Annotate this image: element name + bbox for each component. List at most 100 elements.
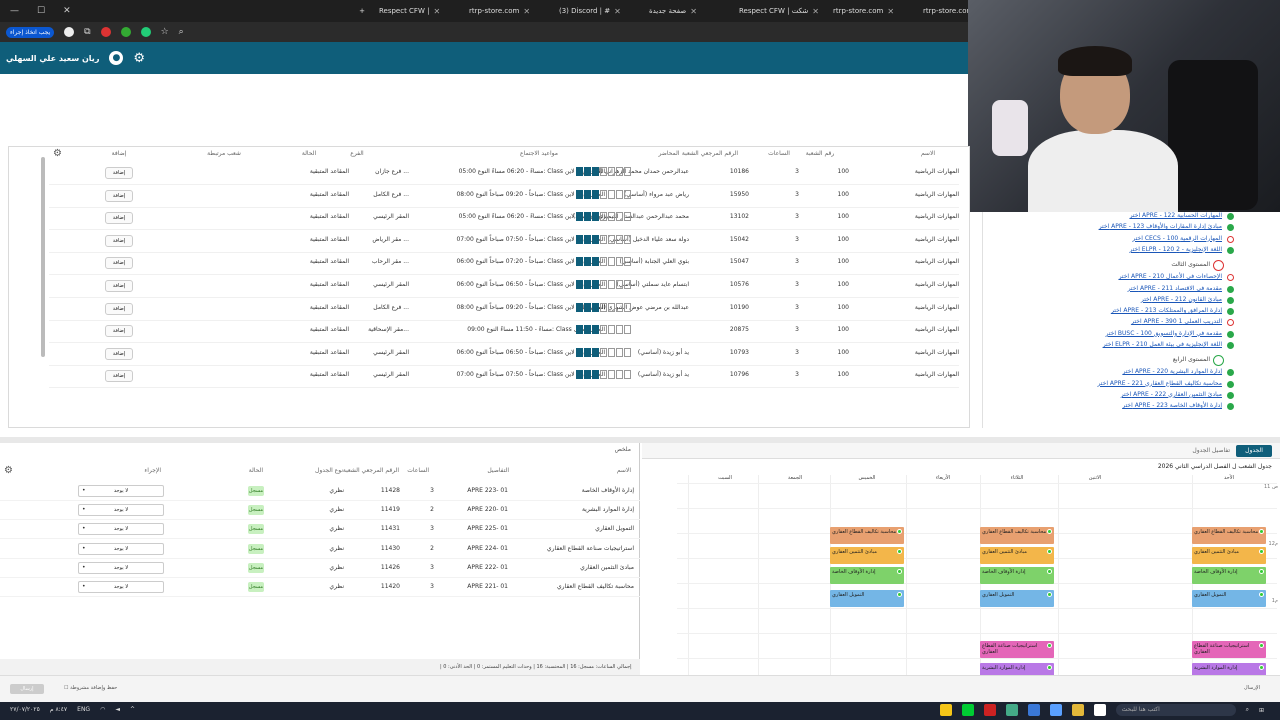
close-icon[interactable]: ✕ — [63, 6, 71, 16]
add-section-button[interactable]: إضافة — [105, 234, 133, 247]
summary-settings-icon[interactable]: ⚙ — [4, 465, 13, 476]
search-icon[interactable]: ⌕ — [179, 27, 184, 37]
browser-tab[interactable]: rtrp-store.com✕ — [827, 2, 915, 20]
plan-course-link[interactable]: اختر CECS - 100 المهارات الرقمية — [1132, 235, 1222, 242]
search-icon[interactable]: ⌕ — [1246, 706, 1249, 714]
action-select[interactable]: لا يوجد — [78, 542, 164, 555]
add-section-button[interactable]: إضافة — [105, 167, 133, 179]
browser-tab[interactable]: Respect CFW | ✕ — [373, 2, 461, 20]
schedule-block[interactable]: إدارة الأوقاف الخاصة — [830, 567, 904, 584]
remove-dot-icon[interactable]: • — [82, 545, 86, 552]
plan-course-link[interactable]: اختر ELPR - 210 اللغة الإنجليزية في بيئة… — [1103, 341, 1222, 348]
schedule-block[interactable]: محاسبة تكاليف القطاع العقاري — [1192, 527, 1266, 544]
extension-green-icon[interactable] — [120, 27, 131, 37]
plan-course-link[interactable]: اختر BUSC - 100 مقدمة في الإدارة والتسوي… — [1106, 330, 1222, 337]
schedule-block[interactable]: مبادئ التثمين العقاري — [980, 547, 1054, 564]
schedule-block[interactable]: إدارة الأوقاف الخاصة — [980, 567, 1054, 584]
new-tab-icon[interactable]: + — [353, 2, 371, 20]
action-select[interactable]: لا يوجد — [78, 581, 164, 593]
tray-chevron-icon[interactable]: ^ — [130, 706, 135, 713]
add-section-button[interactable]: إضافة — [105, 325, 133, 338]
schedule-block[interactable]: استراتيجيات صناعة القطاع العقاري — [1192, 641, 1266, 658]
action-select[interactable]: لا يوجد — [78, 523, 164, 536]
tab-schedule-details[interactable]: تفاصيل الجدول — [1192, 447, 1230, 454]
add-section-button[interactable]: إضافة — [105, 347, 133, 360]
schedule-block[interactable]: إدارة الأوقاف الخاصة — [1192, 567, 1266, 584]
volume-icon[interactable]: ◄ — [115, 706, 120, 713]
app-icon-3[interactable] — [983, 704, 996, 716]
app-icon-2[interactable] — [961, 704, 974, 716]
schedule-block[interactable]: التمويل العقاري — [1192, 590, 1266, 607]
action-select[interactable]: لا يوجد — [78, 504, 164, 517]
plan-course-link[interactable]: اختر APRE - 212 مبادئ القانون — [1141, 296, 1222, 303]
bookmark-star-icon[interactable]: ☆ — [161, 27, 169, 37]
send-link[interactable]: الإرسال — [1244, 685, 1260, 691]
plan-course-link[interactable]: اختر APRE - 210 الإحصاءات في الأعمال — [1119, 273, 1222, 280]
gear-icon[interactable]: ⚙ — [133, 51, 145, 66]
tab-close-icon[interactable]: ✕ — [433, 7, 440, 16]
schedule-block[interactable]: التمويل العقاري — [980, 590, 1054, 607]
conditional-add-checkbox[interactable]: ☐ حفظ وإضافة مشروطة — [64, 685, 117, 691]
schedule-block[interactable]: مبادئ التثمين العقاري — [830, 547, 904, 564]
schedule-block[interactable]: مبادئ التثمين العقاري — [1192, 547, 1266, 564]
add-section-button[interactable]: إضافة — [105, 257, 133, 270]
plan-course-link[interactable]: اختر APRE - 223 إدارة الأوقاف الخاصة — [1122, 402, 1222, 409]
add-section-button[interactable]: إضافة — [105, 302, 133, 315]
vertical-scrollbar[interactable] — [41, 157, 45, 357]
remove-dot-icon[interactable]: • — [82, 506, 86, 513]
browser-tab[interactable]: rtrp-store.com✕ — [463, 2, 551, 20]
file-explorer-icon[interactable] — [1071, 704, 1084, 716]
plan-course-link[interactable]: اختر APRE - 221 محاسبة تكاليف القطاع الع… — [1098, 380, 1223, 387]
add-section-button[interactable]: إضافة — [105, 280, 133, 292]
plan-course-link[interactable]: اختر APRE - 222 مبادئ التثمين العقاري — [1121, 391, 1222, 398]
tab-close-icon[interactable]: ✕ — [812, 7, 819, 16]
add-section-button[interactable]: إضافة — [105, 370, 133, 383]
plan-course-link[interactable]: اختر ELPR - 120 اللغة الإنجليزية - 2 — [1129, 246, 1222, 253]
add-section-button[interactable]: إضافة — [105, 189, 133, 202]
tab-close-icon[interactable]: ✕ — [614, 7, 621, 16]
schedule-block[interactable]: محاسبة تكاليف القطاع العقاري — [980, 527, 1054, 544]
clock-date[interactable]: ٢٧/٠٧/٢٠٢٥ — [10, 706, 40, 713]
clock-time[interactable]: ٨:٤٧ م — [50, 706, 67, 713]
minimize-icon[interactable]: — — [10, 6, 19, 16]
plan-course-link[interactable]: اختر APRE - 220 إدارة الموارد البشرية — [1123, 368, 1222, 375]
remove-dot-icon[interactable]: • — [82, 564, 86, 571]
user-avatar-icon[interactable]: ● — [109, 51, 124, 65]
schedule-block[interactable]: استراتيجيات صناعة القطاع العقاري — [980, 641, 1054, 658]
taskbar-search-input[interactable]: اكتب هنا للبحث — [1115, 704, 1236, 716]
plan-course-link[interactable]: اختر APRE - 390 التدريب العملي 1 — [1131, 318, 1222, 325]
browser-tab[interactable]: (3) Discord | # ✕ — [553, 2, 641, 20]
app-icon-1[interactable] — [939, 704, 952, 716]
language-indicator[interactable]: ENG — [77, 706, 90, 713]
table-settings-icon[interactable]: ⚙ — [53, 148, 62, 159]
task-view-icon[interactable] — [1093, 704, 1106, 716]
extension-shield-icon[interactable] — [140, 27, 151, 37]
store-icon[interactable] — [1049, 704, 1062, 716]
browser-tab[interactable]: Respect CFW | شكت ✕ — [733, 2, 825, 20]
profile-icon[interactable] — [64, 27, 75, 37]
submit-button[interactable]: إرسال — [10, 684, 44, 694]
remove-dot-icon[interactable]: • — [82, 525, 86, 532]
plan-course-link[interactable]: اختر APRE - 123 مبادئ إدارة المقارات وال… — [1099, 223, 1222, 230]
tab-schedule[interactable]: الجدول — [1236, 445, 1272, 457]
wifi-icon[interactable]: ◠ — [100, 706, 105, 713]
schedule-block[interactable]: التمويل العقاري — [830, 590, 904, 607]
tab-close-icon[interactable]: ✕ — [690, 7, 697, 16]
plan-course-link[interactable]: اختر APRE - 211 مقدمة في الاقتصاد — [1128, 285, 1222, 292]
action-select[interactable]: لا يوجد — [78, 561, 164, 574]
browser-tab[interactable]: صفحة جديدة ✕ — [643, 2, 731, 20]
windows-start-icon[interactable]: ⊞ — [1259, 707, 1264, 714]
action-select[interactable]: لا يوجد — [78, 485, 164, 497]
remove-dot-icon[interactable]: • — [82, 487, 86, 494]
extension-red-icon[interactable] — [100, 27, 111, 37]
schedule-block[interactable]: محاسبة تكاليف القطاع العقاري — [830, 527, 904, 544]
plan-course-link[interactable]: اختر APRE - 122 المهارات الحسابية — [1130, 212, 1222, 219]
plan-course-link[interactable]: اختر APRE - 213 إدارة المرافق والممتلكات — [1111, 307, 1222, 314]
maximize-icon[interactable]: ☐ — [37, 6, 45, 16]
tab-close-icon[interactable]: ✕ — [887, 7, 894, 16]
remove-dot-icon[interactable]: • — [82, 583, 86, 590]
add-section-button[interactable]: إضافة — [105, 212, 133, 225]
relaunch-button[interactable]: يجب اتخاذ إجراء — [6, 26, 55, 38]
extensions-icon[interactable]: ⧉ — [84, 27, 90, 37]
tab-close-icon[interactable]: ✕ — [523, 7, 530, 16]
